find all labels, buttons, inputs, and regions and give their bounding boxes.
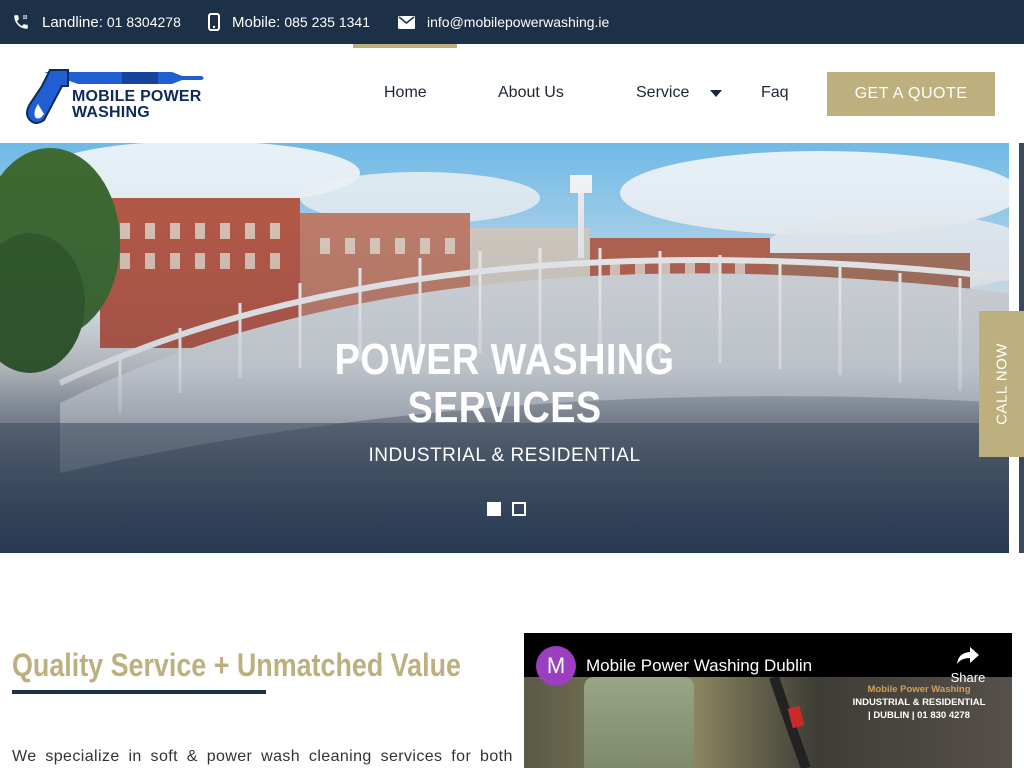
nav-active-indicator — [353, 44, 457, 48]
landline-contact[interactable]: Landline: 01 8304278 — [12, 0, 181, 44]
nav-service[interactable]: Service — [636, 84, 689, 102]
channel-avatar[interactable]: M — [536, 646, 576, 686]
share-icon — [957, 647, 979, 664]
landline-label: Landline: — [42, 13, 103, 31]
nav-home[interactable]: Home — [384, 84, 427, 102]
slider-dot-2[interactable] — [512, 502, 526, 516]
email-address: info@mobilepowerwashing.ie — [427, 14, 610, 30]
mobile-label: Mobile: — [232, 13, 281, 31]
envelope-icon — [398, 15, 415, 29]
hero-slider: POWER WASHING SERVICES INDUSTRIAL & RESI… — [0, 143, 1009, 553]
top-contact-bar: Landline: 01 8304278 Mobile: 085 235 134… — [0, 0, 1024, 44]
logo-line-2: WASHING — [72, 104, 150, 121]
site-header: MOBILE POWER WASHING Home About Us Servi… — [0, 44, 1024, 143]
video-overlay-line-3: | DUBLIN | 01 830 4278 — [868, 710, 970, 721]
hero-title: POWER WASHING SERVICES — [71, 336, 939, 432]
mobile-phone-icon — [208, 13, 220, 31]
video-overlay-text: Mobile Power Washing INDUSTRIAL & RESIDE… — [834, 683, 1004, 722]
hero-subtitle: INDUSTRIAL & RESIDENTIAL — [368, 445, 641, 466]
hero-title-line-1: POWER WASHING — [334, 335, 675, 384]
mobile-contact[interactable]: Mobile: 085 235 1341 — [208, 0, 370, 44]
video-title[interactable]: Mobile Power Washing Dublin — [586, 656, 812, 676]
site-logo[interactable]: MOBILE POWER WASHING — [22, 64, 212, 128]
intro-paragraph: We specialize in soft & power wash clean… — [12, 748, 513, 765]
video-overlay-line-2: INDUSTRIAL & RESIDENTIAL — [852, 697, 986, 708]
heading-underline — [12, 690, 266, 694]
landline-number: 01 8304278 — [106, 14, 181, 30]
section-heading: Quality Service + Unmatched Value — [12, 647, 461, 683]
call-now-label: CALL NOW — [993, 343, 1010, 425]
video-overlay-brand: Mobile Power Washing — [867, 684, 971, 695]
email-contact[interactable]: info@mobilepowerwashing.ie — [398, 0, 609, 44]
phone-icon — [14, 15, 28, 29]
nav-about-us[interactable]: About Us — [498, 84, 564, 102]
slider-dot-1[interactable] — [487, 502, 501, 516]
logo-wordmark: MOBILE POWER WASHING — [72, 89, 202, 121]
youtube-video-embed[interactable]: M Mobile Power Washing Dublin Share Mobi… — [524, 633, 1012, 768]
get-a-quote-button[interactable]: GET A QUOTE — [827, 72, 995, 116]
hero-title-line-2: SERVICES — [407, 383, 602, 432]
mobile-number: 085 235 1341 — [284, 14, 370, 30]
chevron-down-icon[interactable] — [710, 90, 722, 97]
logo-line-1: MOBILE POWER — [72, 88, 202, 105]
nav-faq[interactable]: Faq — [761, 84, 789, 102]
share-button[interactable]: Share — [948, 645, 988, 685]
call-now-button[interactable]: CALL NOW — [979, 311, 1024, 457]
